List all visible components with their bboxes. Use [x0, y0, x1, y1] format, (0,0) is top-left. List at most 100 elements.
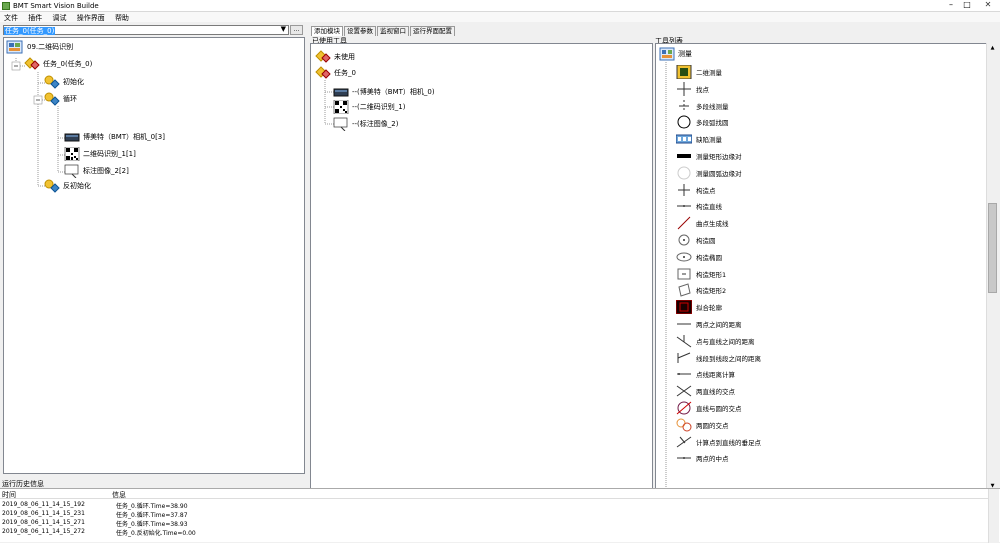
- tab-set-params[interactable]: 设置参数: [344, 26, 376, 36]
- line-circle-intersection-icon: [676, 401, 692, 415]
- used-item-label: 未使用: [334, 53, 355, 61]
- library-item[interactable]: 缺陷测量: [676, 131, 722, 147]
- qrcode-icon: [333, 100, 349, 114]
- library-item[interactable]: 多段线测量: [676, 98, 729, 114]
- library-item-label: 线段到线段之间的距离: [696, 354, 761, 363]
- table-row: 2019_08_06_11_14_15_272 任务_0.反初始化.Time=0…: [0, 528, 988, 537]
- menu-debug[interactable]: 调试: [48, 12, 70, 23]
- scroll-up-icon[interactable]: ▲: [987, 43, 998, 53]
- tree-item-camera[interactable]: 博美特（BMT）相机_0[3]: [64, 130, 165, 144]
- module-tabs: 添加模块 设置参数 监视窗口 运行界面配置: [311, 26, 456, 36]
- foot-point-icon: [676, 435, 692, 449]
- tab-add-module[interactable]: 添加模块: [311, 26, 343, 36]
- minimize-button[interactable]: –: [944, 0, 958, 10]
- table-row: 2019_08_06_11_14_15_271 任务_0.循环.Time=38.…: [0, 519, 988, 528]
- used-item-label: --(标注图像_2): [352, 120, 399, 128]
- qrcode-icon: [64, 147, 80, 161]
- library-item[interactable]: 测量圆弧边缘对: [676, 165, 742, 181]
- library-item[interactable]: 构造圆: [676, 232, 716, 248]
- tool-library: 测量 二维测量 找点 多段线测量 多段弧找圆 缺陷测量 测量矩形边缘对 测量圆弧边缘对 构造点…: [655, 43, 987, 491]
- library-item[interactable]: 构造矩形1: [676, 266, 726, 282]
- library-item[interactable]: 构造点: [676, 182, 716, 198]
- chevron-down-icon[interactable]: ▼: [281, 25, 286, 33]
- library-item[interactable]: 两圆的交点: [676, 417, 729, 433]
- library-item-label: 两点之间的距离: [696, 321, 742, 329]
- menu-help[interactable]: 帮助: [111, 12, 133, 23]
- project-tree: 09.二维码识别 任务_0(任务_0) 初始化 循环 博美特（BMT）相机_0[…: [3, 37, 305, 474]
- library-item-label: 找点: [696, 85, 709, 94]
- library-item[interactable]: 测量矩形边缘对: [676, 148, 742, 164]
- library-item[interactable]: 多段弧找圆: [676, 114, 729, 130]
- construct-circle-icon: [676, 233, 692, 247]
- close-button[interactable]: ✕: [978, 0, 998, 10]
- tree-item-qrcode[interactable]: 二维码识别_1[1]: [64, 147, 136, 161]
- library-item-label: 拟合轮廓: [696, 304, 722, 313]
- menu-ui[interactable]: 操作界面: [73, 12, 109, 23]
- defect-measure-icon: [676, 132, 692, 146]
- library-item[interactable]: 构造椭圆: [676, 249, 722, 265]
- tree-item-label: 反初始化: [63, 182, 91, 190]
- library-item[interactable]: 两点的中点: [676, 450, 729, 466]
- tree-item-init[interactable]: 初始化: [44, 75, 84, 89]
- library-item[interactable]: 构造矩形2: [676, 282, 726, 298]
- library-item[interactable]: 点线距离计算: [676, 366, 735, 382]
- menu-file[interactable]: 文件: [0, 12, 22, 23]
- library-item-label: 两点的中点: [696, 455, 729, 464]
- annotate-icon: [64, 164, 79, 178]
- library-item[interactable]: 拟合轮廓: [676, 299, 722, 315]
- history-time: 2019_08_06_11_14_15_272: [2, 528, 85, 535]
- tree-item-annotate[interactable]: 标注图像_2[2]: [64, 164, 129, 178]
- tree-item-task[interactable]: 任务_0(任务_0): [24, 57, 92, 71]
- construct-rect1-icon: [676, 267, 692, 281]
- history-table: 时间 信息 2019_08_06_11_14_15_192 任务_0.循环.Ti…: [0, 488, 1000, 543]
- used-item-task[interactable]: 任务_0: [315, 66, 356, 80]
- library-item-label: 多段线测量: [696, 102, 729, 111]
- point-line-calc-icon: [676, 367, 692, 381]
- tab-monitor[interactable]: 监视窗口: [377, 26, 409, 36]
- maximize-button[interactable]: □: [960, 0, 974, 10]
- library-item[interactable]: 二维测量: [676, 64, 722, 80]
- history-scrollbar[interactable]: [988, 489, 999, 543]
- library-scrollbar[interactable]: ▲ ▼: [986, 43, 997, 491]
- history-pane: 运行历史信息 时间 信息 2019_08_06_11_14_15_192 任务_…: [0, 477, 1000, 543]
- tree-item-project[interactable]: 09.二维码识别: [6, 40, 73, 54]
- annotate-icon: [333, 117, 348, 131]
- library-item[interactable]: 点与直线之间的距离: [676, 333, 755, 349]
- browse-button[interactable]: ...: [290, 25, 303, 35]
- library-item-label: 构造矩形1: [696, 270, 727, 279]
- library-item[interactable]: 计算点到直线的垂足点: [676, 434, 761, 450]
- menu-plugins[interactable]: 插件: [24, 12, 46, 23]
- task-select[interactable]: 任务_0(任务_0) ▼: [3, 25, 289, 35]
- construct-rect2-icon: [676, 283, 692, 298]
- library-item[interactable]: 找点: [676, 81, 709, 97]
- library-item[interactable]: 构造直线: [676, 198, 722, 214]
- library-item-label: 构造点: [696, 186, 716, 195]
- used-item-qrcode[interactable]: --(二维码识别_1): [333, 100, 405, 114]
- midpoint-icon: [676, 451, 692, 465]
- library-item-label: 多段弧找圆: [696, 119, 729, 128]
- library-item[interactable]: 线段到线段之间的距离: [676, 350, 761, 366]
- tab-runtime-ui[interactable]: 运行界面配置: [410, 26, 455, 36]
- table-row: 2019_08_06_11_14_15_231 任务_0.循环.Time=37.…: [0, 510, 988, 519]
- table-row: 2019_08_06_11_14_15_192 任务_0.循环.Time=38.…: [0, 501, 988, 510]
- used-item-camera[interactable]: --(博美特（BMT）相机_0): [333, 85, 435, 99]
- library-item[interactable]: 直线与圆的交点: [676, 400, 742, 416]
- tree-item-deinit[interactable]: 反初始化: [44, 179, 91, 193]
- used-item-annotate[interactable]: --(标注图像_2): [333, 117, 398, 131]
- scroll-thumb[interactable]: [988, 203, 997, 293]
- loop-icon: [44, 92, 60, 106]
- tree-item-loop[interactable]: 循环: [44, 92, 77, 106]
- library-item[interactable]: 两点之间的距离: [676, 316, 742, 332]
- construct-line-icon: [676, 199, 692, 213]
- history-col-info[interactable]: 信息: [112, 490, 126, 500]
- library-item-label: 构造矩形2: [696, 287, 727, 296]
- library-item[interactable]: 曲点生成线: [676, 215, 729, 231]
- library-item-label: 测量矩形边缘对: [696, 153, 742, 161]
- arc-circle-icon: [676, 115, 692, 129]
- find-point-icon: [676, 81, 692, 96]
- history-col-time[interactable]: 时间: [2, 490, 16, 500]
- used-item-unused[interactable]: 未使用: [315, 50, 355, 64]
- history-time: 2019_08_06_11_14_15_192: [2, 501, 85, 508]
- library-item[interactable]: 两直线的交点: [676, 383, 735, 399]
- used-tools-tree: 未使用 任务_0 --(博美特（BMT）相机_0) --(二维码识别_1) --…: [310, 43, 653, 491]
